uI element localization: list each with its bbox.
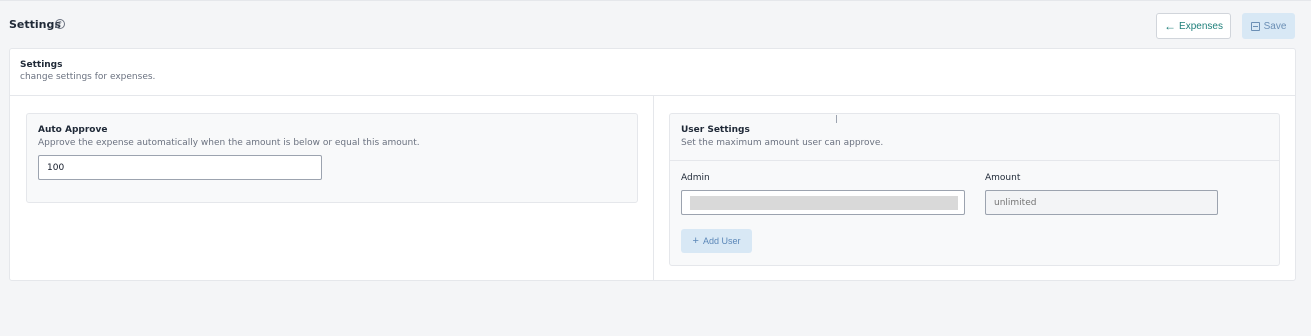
- save-button[interactable]: Save: [1242, 13, 1295, 39]
- plus-icon: +: [692, 234, 699, 247]
- card-title: Settings: [20, 60, 63, 70]
- text-cursor: [836, 115, 837, 123]
- settings-card: Settings change settings for expenses. A…: [9, 48, 1296, 281]
- card-subtitle: change settings for expenses.: [20, 72, 156, 82]
- user-settings-title: User Settings: [681, 125, 750, 135]
- page-header: Settings ? ← Expenses Save: [0, 0, 1311, 48]
- auto-approve-description: Approve the expense automatically when t…: [38, 138, 420, 148]
- amount-label: Amount: [985, 173, 1021, 183]
- user-settings-divider: [670, 160, 1279, 161]
- back-to-expenses-button[interactable]: ← Expenses: [1156, 13, 1231, 39]
- user-settings-description: Set the maximum amount user can approve.: [681, 138, 884, 148]
- auto-approve-title: Auto Approve: [38, 125, 108, 135]
- admin-select[interactable]: [681, 190, 965, 215]
- auto-approve-amount-input[interactable]: [38, 155, 322, 180]
- user-settings-panel: User Settings Set the maximum amount use…: [669, 113, 1280, 266]
- help-circle-icon[interactable]: ?: [55, 19, 65, 29]
- add-user-label: Add User: [702, 236, 741, 246]
- admin-label: Admin: [681, 173, 710, 183]
- amount-input[interactable]: [985, 190, 1218, 215]
- column-divider: [653, 96, 654, 281]
- save-button-label: Save: [1263, 20, 1287, 32]
- auto-approve-panel: Auto Approve Approve the expense automat…: [26, 113, 638, 203]
- back-button-label: Expenses: [1179, 20, 1223, 32]
- floppy-disk-icon: [1250, 21, 1260, 31]
- card-header: Settings change settings for expenses.: [10, 49, 1295, 96]
- add-user-button[interactable]: + Add User: [681, 229, 752, 253]
- admin-select-value: [690, 196, 958, 210]
- page-title: Settings: [9, 18, 61, 31]
- arrow-left-icon: ←: [1164, 19, 1177, 33]
